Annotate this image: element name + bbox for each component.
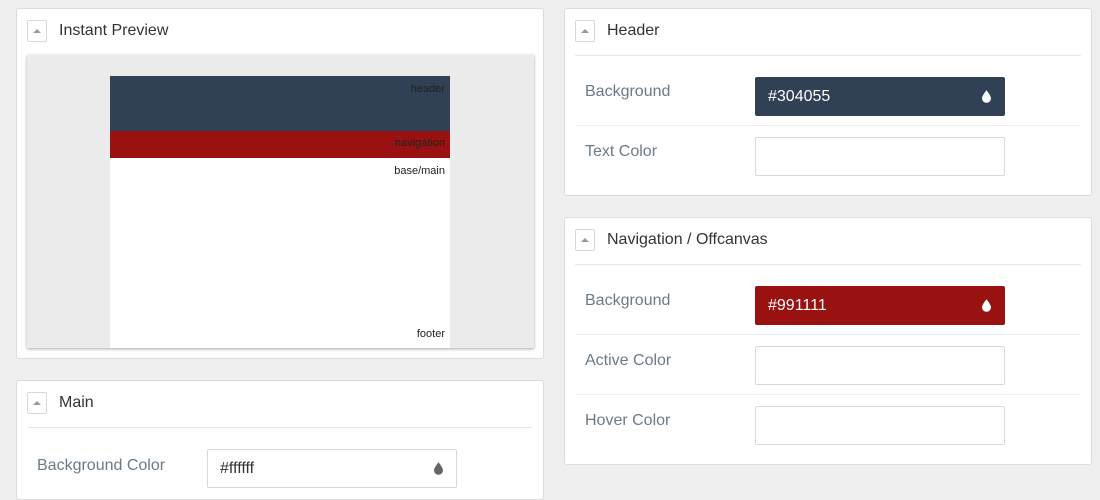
- panel-header: Header: [575, 9, 1081, 56]
- instant-preview-panel: Instant Preview header navigation base/m…: [16, 8, 544, 359]
- setting-label: Text Color: [585, 143, 658, 160]
- panel-title: Header: [607, 22, 660, 39]
- preview-footer-label: footer: [416, 328, 445, 340]
- setting-label: Active Color: [585, 352, 672, 369]
- navigation-active-color-input[interactable]: [755, 346, 1005, 385]
- droplet-icon[interactable]: [982, 299, 991, 312]
- color-value: #991111: [768, 297, 827, 314]
- setting-row-hover-color: Hover Color: [575, 394, 1081, 454]
- panel-header: Instant Preview: [27, 9, 533, 56]
- color-value: #ffffff: [220, 460, 255, 477]
- preview-navigation: navigation: [110, 131, 450, 158]
- preview-navigation-label: navigation: [394, 137, 445, 149]
- panel-title: Main: [59, 394, 94, 411]
- main-panel: Main Background Color #ffffff: [16, 380, 544, 500]
- panel-header: Main: [27, 381, 533, 428]
- setting-row-text-color: Text Color: [575, 125, 1081, 185]
- header-background-color-input[interactable]: #304055: [755, 77, 1005, 116]
- setting-label: Background Color: [37, 457, 166, 474]
- collapse-button[interactable]: [575, 20, 595, 42]
- navigation-background-color-input[interactable]: #991111: [755, 286, 1005, 325]
- collapse-button[interactable]: [27, 392, 47, 414]
- setting-row-background-color: Background Color #ffffff: [27, 435, 533, 495]
- setting-row-background: Background #304055: [575, 65, 1081, 126]
- setting-row-active-color: Active Color: [575, 334, 1081, 395]
- setting-label: Background: [585, 83, 671, 100]
- panel-title: Navigation / Offcanvas: [607, 231, 768, 248]
- droplet-icon[interactable]: [434, 462, 443, 475]
- setting-row-background: Background #991111: [575, 274, 1081, 335]
- navigation-panel: Navigation / Offcanvas Background #99111…: [564, 217, 1092, 465]
- header-text-color-input[interactable]: [755, 137, 1005, 176]
- preview-header-label: header: [410, 83, 445, 95]
- preview-main-label: base/main: [394, 165, 445, 177]
- setting-label: Hover Color: [585, 412, 671, 429]
- panel-header: Navigation / Offcanvas: [575, 218, 1081, 265]
- collapse-button[interactable]: [575, 229, 595, 251]
- panel-title: Instant Preview: [59, 22, 169, 39]
- preview-canvas: header navigation base/main footer: [27, 55, 534, 348]
- preview-header: header: [110, 76, 450, 131]
- droplet-icon[interactable]: [982, 90, 991, 103]
- navigation-hover-color-input[interactable]: [755, 406, 1005, 445]
- collapse-button[interactable]: [27, 20, 47, 42]
- color-value: #304055: [768, 88, 831, 105]
- background-color-input[interactable]: #ffffff: [207, 449, 457, 488]
- setting-label: Background: [585, 292, 671, 309]
- preview-page: header navigation base/main footer: [110, 76, 450, 348]
- header-panel: Header Background #304055 Text Color: [564, 8, 1092, 196]
